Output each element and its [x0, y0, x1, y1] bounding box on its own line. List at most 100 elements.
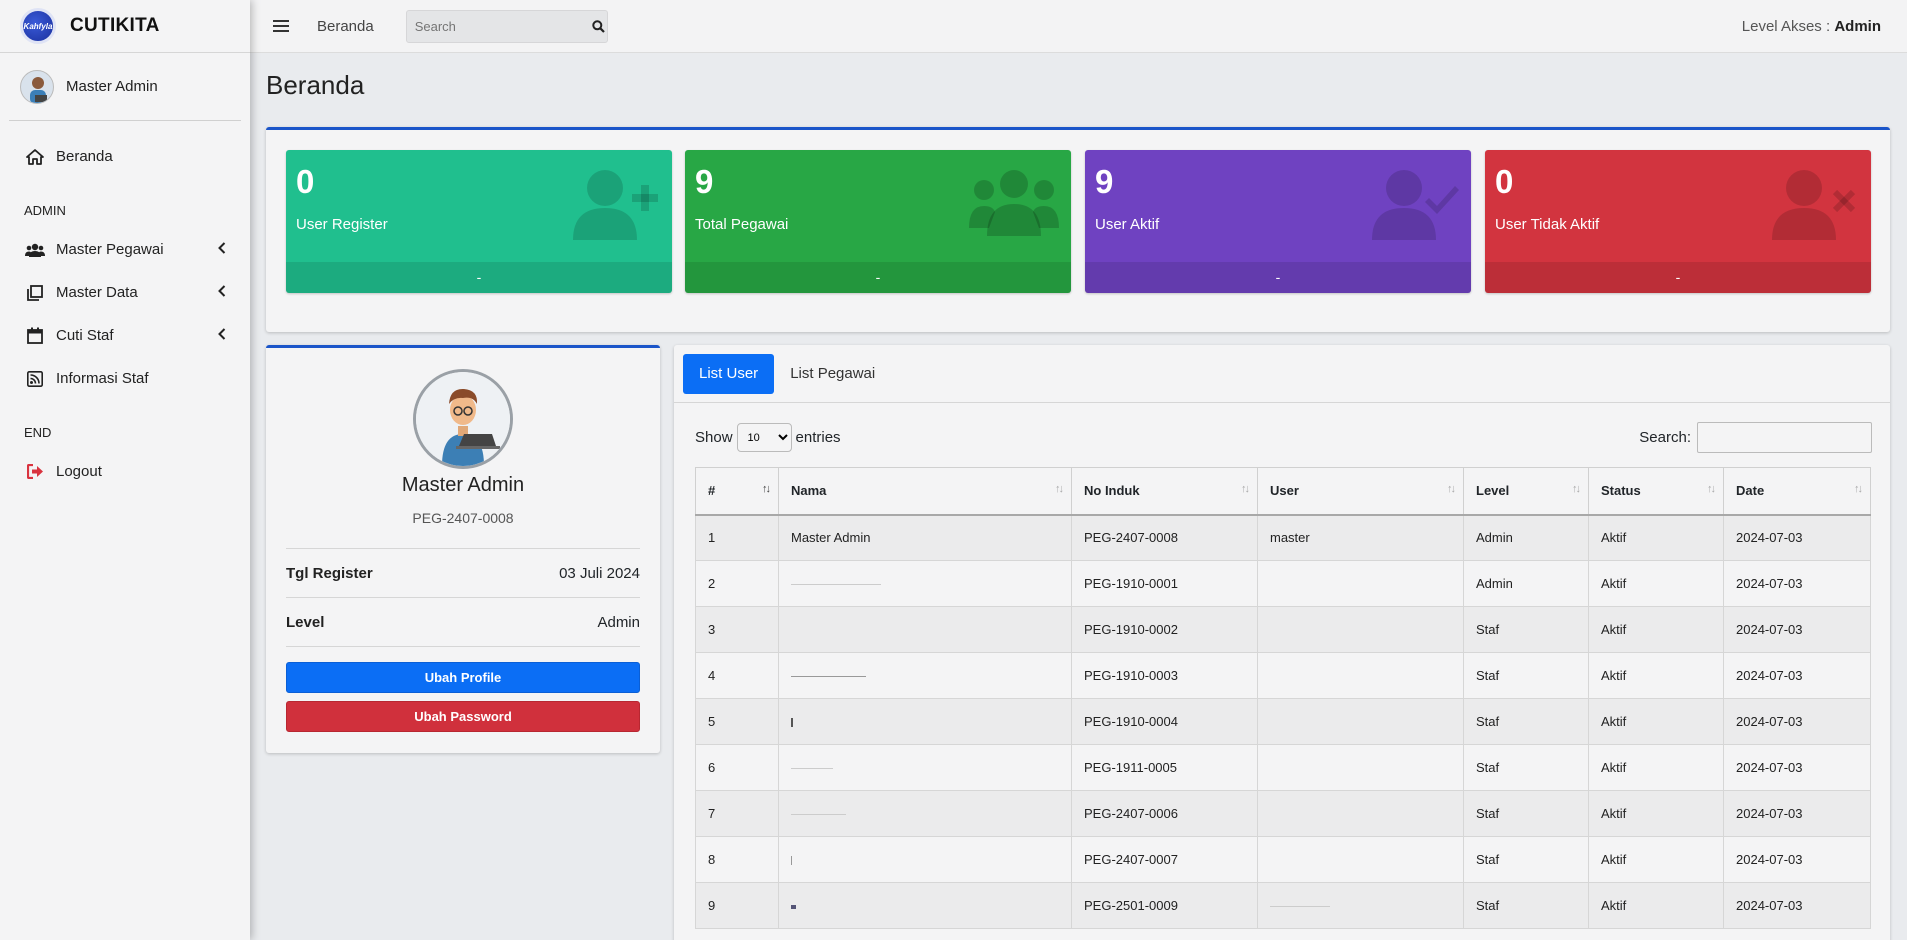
brand-name: CUTIKITA	[70, 15, 160, 36]
sidebar-user-name: Master Admin	[66, 78, 158, 95]
cell-no-induk: PEG-2407-0008	[1071, 514, 1258, 561]
cell-no: 2	[695, 560, 779, 607]
cell-date: 2024-07-03	[1723, 836, 1871, 883]
table-row[interactable]: 4 PEG-1910-0003 Staf Aktif 2024-07-03	[695, 652, 1871, 699]
stat-box-user-aktif: 9 User Aktif -	[1085, 150, 1471, 293]
column-header-no-induk[interactable]: No Induk ↑↓	[1071, 467, 1258, 516]
stat-footer-link[interactable]: -	[286, 262, 672, 293]
cell-no: 3	[695, 606, 779, 653]
user-panel[interactable]: Master Admin	[9, 53, 241, 121]
brand-logo: Kahfyla	[20, 8, 56, 44]
cell-date: 2024-07-03	[1723, 514, 1871, 561]
cell-date: 2024-07-03	[1723, 606, 1871, 653]
entries-select[interactable]: 10	[736, 423, 792, 452]
cell-no-induk: PEG-1910-0001	[1071, 560, 1258, 607]
stat-footer-link[interactable]: -	[1485, 262, 1871, 293]
table-row[interactable]: 7 PEG-2407-0006 Staf Aktif 2024-07-03	[695, 790, 1871, 837]
sort-icon: ↑↓	[762, 483, 771, 495]
cell-no-induk: PEG-1910-0003	[1071, 652, 1258, 699]
cell-level: Staf	[1463, 744, 1589, 791]
tab-list-user[interactable]: List User	[683, 353, 775, 394]
column-header-user[interactable]: User ↑↓	[1257, 467, 1464, 516]
topbar-link-beranda[interactable]: Beranda	[317, 18, 374, 35]
table-row[interactable]: 1 Master Admin PEG-2407-0008 master Admi…	[695, 514, 1871, 561]
stat-footer-link[interactable]: -	[685, 262, 1071, 293]
tab-list-pegawai[interactable]: List Pegawai	[774, 354, 891, 394]
level-akses-label: Level Akses :	[1741, 17, 1831, 35]
user-list-card: List User List Pegawai Show 10 entries S…	[674, 345, 1890, 940]
stat-footer-link[interactable]: -	[1085, 262, 1471, 293]
entries-label: entries	[795, 429, 841, 446]
level-akses: Level Akses : Admin	[1742, 18, 1881, 35]
stat-value: 9	[1095, 163, 1114, 200]
chevron-left-icon	[218, 241, 226, 258]
column-header-status[interactable]: Status ↑↓	[1588, 467, 1724, 516]
rss-icon	[24, 370, 46, 387]
cell-level: Staf	[1463, 606, 1589, 653]
cell-date: 2024-07-03	[1723, 882, 1871, 929]
profile-name: Master Admin	[401, 474, 525, 496]
cell-no: 4	[695, 652, 779, 699]
menu-toggle-icon[interactable]	[273, 17, 289, 35]
table-row[interactable]: 8 PEG-2407-0007 Staf Aktif 2024-07-03	[695, 836, 1871, 883]
stat-box-user-register: 0 User Register -	[286, 150, 672, 293]
stat-label: Total Pegawai	[695, 216, 789, 233]
stat-value: 0	[296, 163, 315, 200]
avatar	[20, 69, 54, 104]
column-header-nama[interactable]: Nama ↑↓	[778, 467, 1072, 516]
table-row[interactable]: 9 PEG-2501-0009 Staf Aktif 2024-07-03	[695, 882, 1871, 929]
cell-level: Admin	[1463, 560, 1589, 607]
cell-no: 5	[695, 698, 779, 745]
sidebar-item-master-data[interactable]: Master Data	[0, 271, 250, 314]
sidebar-item-label: Master Data	[56, 284, 138, 301]
show-label: Show	[695, 429, 733, 446]
cell-level: Staf	[1463, 790, 1589, 837]
table-search-input[interactable]	[1697, 422, 1872, 453]
cell-no: 8	[695, 836, 779, 883]
sidebar-nav: Beranda ADMIN Master Pegawai Master Data…	[0, 135, 250, 493]
cell-date: 2024-07-03	[1723, 560, 1871, 607]
search-icon[interactable]	[591, 11, 607, 42]
cell-date: 2024-07-03	[1723, 744, 1871, 791]
cell-date: 2024-07-03	[1723, 698, 1871, 745]
ubah-password-button[interactable]: Ubah Password	[286, 701, 640, 732]
sidebar-item-cuti-staf[interactable]: Cuti Staf	[0, 314, 250, 357]
column-header-level[interactable]: Level ↑↓	[1463, 467, 1589, 516]
profile-id: PEG-2407-0008	[412, 510, 514, 526]
cell-status: Aktif	[1588, 744, 1724, 791]
profile-card: Master Admin PEG-2407-0008 Tgl Register …	[266, 345, 660, 753]
cell-user-redacted	[1257, 652, 1464, 699]
table-row[interactable]: 5 PEG-1910-0004 Staf Aktif 2024-07-03	[695, 698, 1871, 745]
cell-user-redacted	[1257, 560, 1464, 607]
profile-row-register: Tgl Register 03 Juli 2024	[286, 548, 640, 597]
sidebar-item-logout[interactable]: Logout	[0, 450, 250, 493]
column-header-date[interactable]: Date ↑↓	[1723, 467, 1871, 516]
cell-no: 1	[695, 514, 779, 561]
table-row[interactable]: 2 PEG-1910-0001 Admin Aktif 2024-07-03	[695, 560, 1871, 607]
cell-level: Staf	[1463, 652, 1589, 699]
brand[interactable]: Kahfyla CUTIKITA	[0, 0, 250, 53]
cell-no: 7	[695, 790, 779, 837]
cell-no: 6	[695, 744, 779, 791]
sidebar-item-master-pegawai[interactable]: Master Pegawai	[0, 228, 250, 271]
search-input[interactable]	[406, 10, 591, 42]
topbar: Beranda Level Akses : Admin	[250, 0, 1907, 53]
cell-user-redacted	[1257, 836, 1464, 883]
column-header-no[interactable]: # ↑↓	[695, 467, 779, 516]
cell-nama-redacted	[778, 606, 1072, 653]
cell-level: Staf	[1463, 836, 1589, 883]
cell-no-induk: PEG-2501-0009	[1071, 882, 1258, 929]
cell-no-induk: PEG-1910-0002	[1071, 606, 1258, 653]
table-row[interactable]: 6 PEG-1911-0005 Staf Aktif 2024-07-03	[695, 744, 1871, 791]
ubah-profile-button[interactable]: Ubah Profile	[286, 662, 640, 693]
profile-register-value: 03 Juli 2024	[559, 564, 640, 582]
sort-icon: ↑↓	[1854, 483, 1863, 495]
sidebar-item-informasi-staf[interactable]: Informasi Staf	[0, 357, 250, 400]
user-plus-icon	[570, 168, 660, 244]
cell-no: 9	[695, 882, 779, 929]
entries-length: Show 10 entries	[695, 423, 841, 452]
stat-value: 9	[695, 163, 714, 200]
cell-status: Aktif	[1588, 652, 1724, 699]
table-row[interactable]: 3 PEG-1910-0002 Staf Aktif 2024-07-03	[695, 606, 1871, 653]
sidebar-item-beranda[interactable]: Beranda	[0, 135, 250, 178]
